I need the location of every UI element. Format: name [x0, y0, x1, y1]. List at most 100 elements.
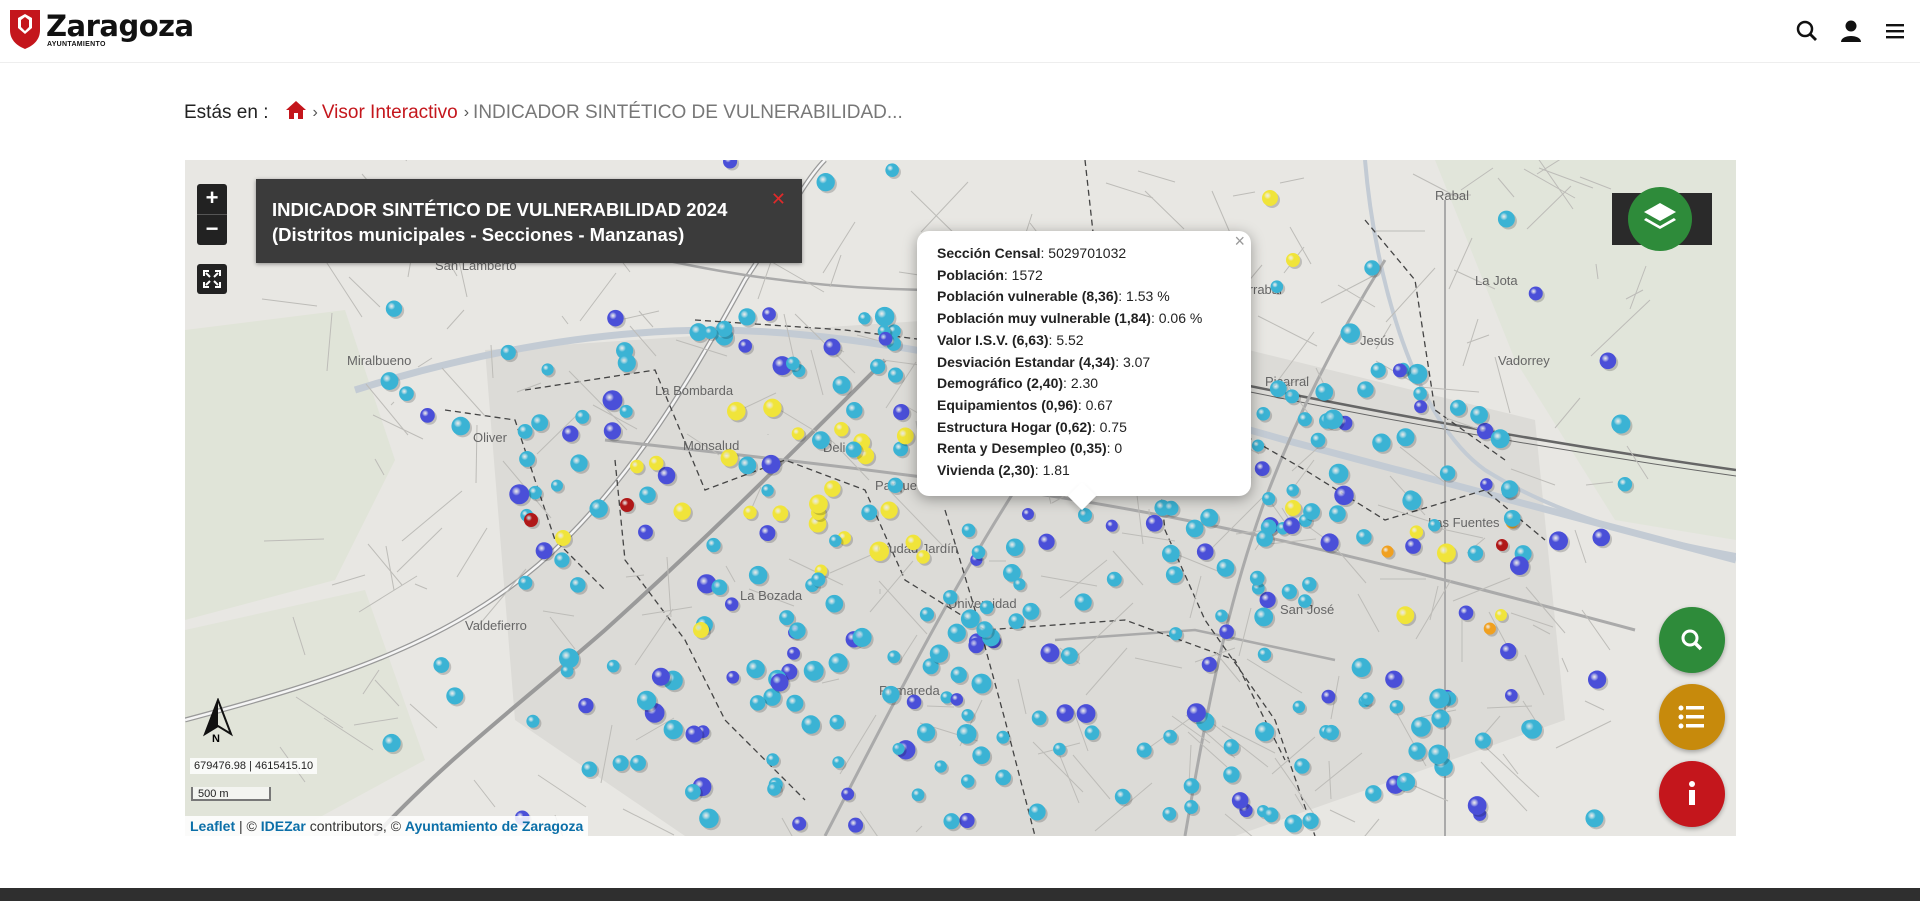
- map-marker[interactable]: [916, 550, 930, 564]
- map-marker[interactable]: [703, 326, 717, 340]
- map-marker[interactable]: [1411, 716, 1431, 737]
- map-marker[interactable]: [829, 714, 845, 730]
- map-marker[interactable]: [554, 552, 570, 568]
- map-marker[interactable]: [1364, 260, 1380, 276]
- map-marker[interactable]: [896, 427, 914, 445]
- map-marker[interactable]: [399, 386, 414, 401]
- map-marker[interactable]: [578, 697, 594, 714]
- map-marker[interactable]: [887, 477, 904, 494]
- map-marker[interactable]: [1074, 593, 1092, 611]
- map-marker[interactable]: [1254, 461, 1270, 477]
- home-icon[interactable]: [285, 100, 307, 126]
- map-marker[interactable]: [589, 499, 608, 518]
- map-marker[interactable]: [1060, 647, 1078, 665]
- map-marker[interactable]: [1329, 505, 1346, 523]
- map-marker[interactable]: [1286, 253, 1300, 267]
- map-marker[interactable]: [1439, 465, 1456, 481]
- map-marker[interactable]: [1302, 577, 1317, 592]
- map-marker[interactable]: [803, 660, 824, 681]
- map-marker[interactable]: [1163, 500, 1179, 516]
- map-marker[interactable]: [1038, 533, 1055, 550]
- map-marker[interactable]: [648, 455, 664, 471]
- map-marker[interactable]: [829, 534, 842, 547]
- map-marker[interactable]: [380, 372, 399, 390]
- map-marker[interactable]: [1285, 500, 1301, 516]
- map-marker[interactable]: [1617, 477, 1633, 492]
- map-marker[interactable]: [1284, 389, 1300, 404]
- map-marker[interactable]: [1351, 657, 1371, 678]
- map-marker[interactable]: [1186, 703, 1206, 723]
- map-marker[interactable]: [811, 572, 826, 587]
- ayuntamiento-link[interactable]: Ayuntamiento de Zaragoza: [405, 818, 583, 834]
- map-marker[interactable]: [749, 695, 766, 711]
- map-marker[interactable]: [606, 659, 620, 673]
- map-marker[interactable]: [1449, 399, 1467, 416]
- map-marker[interactable]: [786, 356, 800, 371]
- map-marker[interactable]: [693, 622, 709, 638]
- map-marker[interactable]: [1262, 492, 1276, 506]
- map-marker[interactable]: [1396, 606, 1415, 625]
- map-marker[interactable]: [1495, 609, 1507, 621]
- map-marker[interactable]: [882, 685, 900, 704]
- map-marker[interactable]: [809, 494, 828, 514]
- map-marker[interactable]: [1497, 210, 1515, 228]
- map-marker[interactable]: [1200, 508, 1219, 527]
- map-marker[interactable]: [1031, 710, 1047, 726]
- map-marker[interactable]: [724, 597, 739, 611]
- map-marker[interactable]: [929, 644, 949, 663]
- map-marker[interactable]: [762, 307, 776, 322]
- map-marker[interactable]: [892, 742, 905, 755]
- map-marker[interactable]: [1168, 627, 1183, 641]
- map-marker[interactable]: [636, 690, 657, 711]
- map-marker[interactable]: [959, 812, 975, 829]
- map-marker[interactable]: [996, 730, 1010, 744]
- map-marker[interactable]: [812, 431, 830, 450]
- map-marker[interactable]: [1196, 543, 1214, 561]
- map-marker[interactable]: [531, 414, 549, 432]
- map-marker[interactable]: [911, 788, 925, 802]
- map-marker[interactable]: [1256, 530, 1274, 547]
- map-marker[interactable]: [861, 504, 878, 521]
- map-marker[interactable]: [1509, 556, 1529, 576]
- map-marker[interactable]: [433, 657, 450, 673]
- zoom-out-button[interactable]: −: [197, 214, 227, 245]
- map-marker[interactable]: [748, 565, 768, 585]
- map-marker[interactable]: [761, 454, 781, 474]
- map-marker[interactable]: [968, 637, 984, 654]
- map-marker[interactable]: [1408, 742, 1426, 760]
- map-marker[interactable]: [834, 422, 849, 437]
- map-marker[interactable]: [1223, 739, 1239, 755]
- map-marker[interactable]: [905, 534, 921, 551]
- close-icon[interactable]: ✕: [771, 187, 786, 212]
- map-marker[interactable]: [828, 653, 848, 673]
- map-marker[interactable]: [746, 659, 765, 679]
- map-marker[interactable]: [1284, 814, 1303, 833]
- map-marker[interactable]: [763, 398, 782, 418]
- map-marker[interactable]: [1008, 613, 1025, 629]
- map-marker[interactable]: [518, 575, 533, 590]
- map-marker[interactable]: [550, 479, 563, 492]
- map-marker[interactable]: [1165, 566, 1183, 584]
- map-marker[interactable]: [971, 545, 986, 559]
- map-marker[interactable]: [517, 423, 533, 439]
- map-marker[interactable]: [1392, 363, 1407, 378]
- map-marker[interactable]: [1249, 570, 1265, 586]
- map-marker[interactable]: [1334, 485, 1354, 506]
- map-marker[interactable]: [1428, 744, 1449, 765]
- map-marker[interactable]: [1294, 758, 1310, 774]
- map-marker[interactable]: [971, 673, 992, 694]
- map-marker[interactable]: [1162, 806, 1177, 821]
- map-marker[interactable]: [446, 687, 464, 705]
- zoom-in-button[interactable]: +: [197, 184, 227, 214]
- map-marker[interactable]: [1429, 688, 1450, 709]
- map-marker[interactable]: [1231, 792, 1249, 809]
- map-marker[interactable]: [1183, 778, 1200, 794]
- map-marker[interactable]: [832, 756, 845, 769]
- map-marker[interactable]: [1262, 190, 1278, 206]
- map-marker[interactable]: [1428, 518, 1441, 532]
- map-marker[interactable]: [824, 480, 841, 497]
- map-marker[interactable]: [1216, 559, 1235, 577]
- map-marker[interactable]: [451, 416, 471, 436]
- map-marker[interactable]: [1396, 428, 1415, 447]
- map-marker[interactable]: [651, 667, 670, 686]
